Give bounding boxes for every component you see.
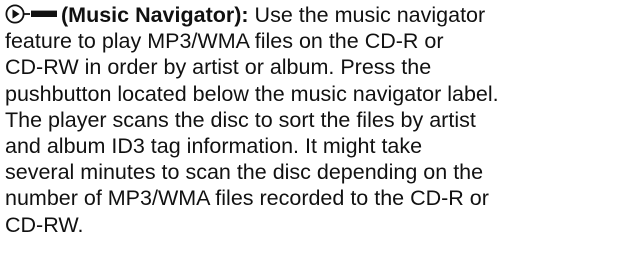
body-line: The player scans the disc to sort the fi… bbox=[5, 107, 476, 132]
body-line: feature to play MP3/WMA files on the CD-… bbox=[5, 29, 444, 54]
section-heading: (Music Navigator): bbox=[61, 3, 249, 27]
section-lead: Use the music navigator bbox=[248, 3, 486, 27]
body-line: number of MP3/WMA files recorded to the … bbox=[5, 186, 489, 211]
manual-section: (Music Navigator): Use the music navigat… bbox=[5, 2, 613, 238]
body-line: CD-RW in order by artist or album. Press… bbox=[5, 55, 432, 80]
body-line: CD-RW. bbox=[5, 212, 84, 237]
body-line: pushbutton located below the music navig… bbox=[5, 81, 499, 106]
body-line: several minutes to scan the disc dependi… bbox=[5, 160, 484, 185]
body-line: and album ID3 tag information. It might … bbox=[5, 134, 423, 159]
music-navigator-icon bbox=[5, 4, 57, 24]
first-line: (Music Navigator): Use the music navigat… bbox=[5, 2, 613, 28]
